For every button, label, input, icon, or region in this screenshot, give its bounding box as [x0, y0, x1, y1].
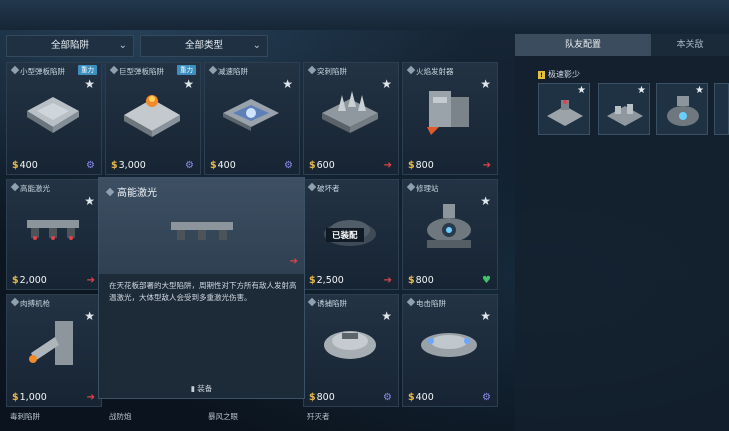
arrow-right-icon[interactable]: ➔	[87, 275, 95, 286]
arrow-right-icon: ➔	[289, 256, 298, 267]
tooltip-header: 高能激光 ➔	[99, 178, 304, 274]
trap-card-laser[interactable]: 高能激光 ★ $2,000 ➔	[6, 179, 102, 290]
card-name: 高能激光	[10, 182, 50, 194]
trap-image	[124, 95, 180, 137]
gear-icon[interactable]: ⚙	[482, 392, 491, 403]
star-icon: ★	[577, 85, 586, 96]
price: $600	[309, 160, 335, 171]
tooltip-title: 高能激光	[105, 184, 157, 199]
trap-filter-dropdown[interactable]: 全部陷阱 ⌄	[6, 35, 134, 57]
trap-card-flamethrower[interactable]: 火焰发射器 ★ $800 ➔	[402, 62, 498, 175]
gear-icon[interactable]: ⚙	[383, 392, 392, 403]
trap-image	[421, 333, 477, 357]
equip-hint: ▮ 装备	[190, 384, 213, 393]
team-trap-slot[interactable]	[714, 83, 729, 135]
arrow-right-icon[interactable]: ➔	[384, 160, 392, 171]
star-icon: ★	[637, 85, 646, 96]
star-icon[interactable]: ★	[183, 77, 194, 91]
price: $800	[309, 392, 335, 403]
trap-detail-tooltip: 高能激光 ➔ 在天花板部署的大型陷阱，周期性对下方所有敌人发射高温激光，大体型敌…	[98, 177, 305, 399]
team-section-title: ! 极速影少	[538, 70, 580, 79]
tab-level-enemies[interactable]: 本关敌	[651, 34, 729, 56]
trap-card-snare[interactable]: 诱捕陷阱 ★ $800 ⚙	[303, 294, 399, 407]
gravity-tag: 重力	[177, 65, 196, 75]
trap-filter-label: 全部陷阱	[50, 40, 89, 51]
team-trap-slot[interactable]: ★	[656, 83, 708, 135]
card-name: 电击陷阱	[406, 297, 446, 309]
star-icon[interactable]: ★	[381, 309, 392, 323]
arrow-right-icon[interactable]: ➔	[483, 160, 491, 171]
card-name: 减速陷阱	[208, 65, 248, 77]
price: $800	[408, 275, 434, 286]
trap-image	[27, 97, 79, 133]
trap-image	[223, 99, 279, 131]
price: $3,000	[111, 160, 146, 171]
equipped-badge: 已装配	[326, 228, 364, 242]
trap-image	[427, 204, 471, 248]
price: $400	[408, 392, 434, 403]
heart-icon[interactable]: ♥	[482, 275, 491, 286]
arrow-right-icon[interactable]: ➔	[87, 392, 95, 403]
card-name: 小型弹板陷阱	[10, 65, 65, 77]
price: $400	[12, 160, 38, 171]
card-name: 火焰发射器	[406, 65, 454, 77]
trap-card-slow[interactable]: 减速陷阱 ★ $400 ⚙	[204, 62, 300, 175]
gear-icon[interactable]: ⚙	[284, 160, 293, 171]
card-name: 肉搏机枪	[10, 297, 50, 309]
trap-card-machine-gun[interactable]: 肉搏机枪 ★ $1,000 ➔	[6, 294, 102, 407]
arrow-right-icon[interactable]: ➔	[384, 275, 392, 286]
price: $2,000	[12, 275, 47, 286]
type-filter-label: 全部类型	[184, 40, 223, 51]
trap-card-small-bouncer[interactable]: 小型弹板陷阱 重力 ★ $400 ⚙	[6, 62, 102, 175]
gear-icon[interactable]: ⚙	[185, 160, 194, 171]
trap-image	[27, 220, 79, 240]
price: $800	[408, 160, 434, 171]
top-bar	[0, 0, 729, 30]
bottom-card-name[interactable]: 毒刺陷阱	[10, 411, 40, 422]
trap-card-repair-station[interactable]: 修理站 ★ $800 ♥	[402, 179, 498, 290]
trap-card-shock[interactable]: 电击陷阱 ★ $400 ⚙	[402, 294, 498, 407]
card-name: 破坏者	[307, 182, 340, 194]
gravity-tag: 重力	[78, 65, 97, 75]
alert-badge: !	[538, 71, 545, 79]
team-trap-slot[interactable]: ★	[538, 83, 590, 135]
price: $400	[210, 160, 236, 171]
trap-card-spike[interactable]: 突刺陷阱 ★ $600 ➔	[303, 62, 399, 175]
star-icon[interactable]: ★	[84, 77, 95, 91]
bottom-card-name[interactable]: 暴风之眼	[208, 411, 238, 422]
card-name: 巨型弹板陷阱	[109, 65, 164, 77]
bottom-card-name[interactable]: 歼灭者	[307, 411, 330, 422]
trap-image	[29, 321, 73, 365]
type-filter-dropdown[interactable]: 全部类型 ⌄	[140, 35, 268, 57]
tab-team-config[interactable]: 队友配置	[515, 34, 651, 56]
tooltip-description: 在天花板部署的大型陷阱，周期性对下方所有敌人发射高温激光，大体型敌人会受到多重激…	[109, 281, 297, 302]
star-icon[interactable]: ★	[480, 309, 491, 323]
trap-image	[427, 91, 469, 135]
card-name: 诱捕陷阱	[307, 297, 347, 309]
star-icon[interactable]: ★	[480, 194, 491, 208]
chevron-down-icon: ⌄	[252, 40, 261, 51]
trap-card-destroyer[interactable]: 破坏者 已装配 $2,500 ➔	[303, 179, 399, 290]
star-icon[interactable]: ★	[282, 77, 293, 91]
chevron-down-icon: ⌄	[118, 40, 127, 51]
card-name: 修理站	[406, 182, 439, 194]
trap-image	[322, 91, 378, 133]
team-trap-slot[interactable]: ★	[598, 83, 650, 135]
laser-trap-preview	[171, 222, 233, 240]
bottom-card-name[interactable]: 战防炮	[109, 411, 132, 422]
price: $1,000	[12, 392, 47, 403]
trap-image	[324, 331, 376, 359]
gear-icon[interactable]: ⚙	[86, 160, 95, 171]
trap-card-giant-bouncer[interactable]: 巨型弹板陷阱 重力 ★ $3,000 ⚙	[105, 62, 201, 175]
star-icon[interactable]: ★	[84, 309, 95, 323]
star-icon[interactable]: ★	[84, 194, 95, 208]
card-name: 突刺陷阱	[307, 65, 347, 77]
price: $2,500	[309, 275, 344, 286]
star-icon[interactable]: ★	[381, 77, 392, 91]
star-icon[interactable]: ★	[480, 77, 491, 91]
